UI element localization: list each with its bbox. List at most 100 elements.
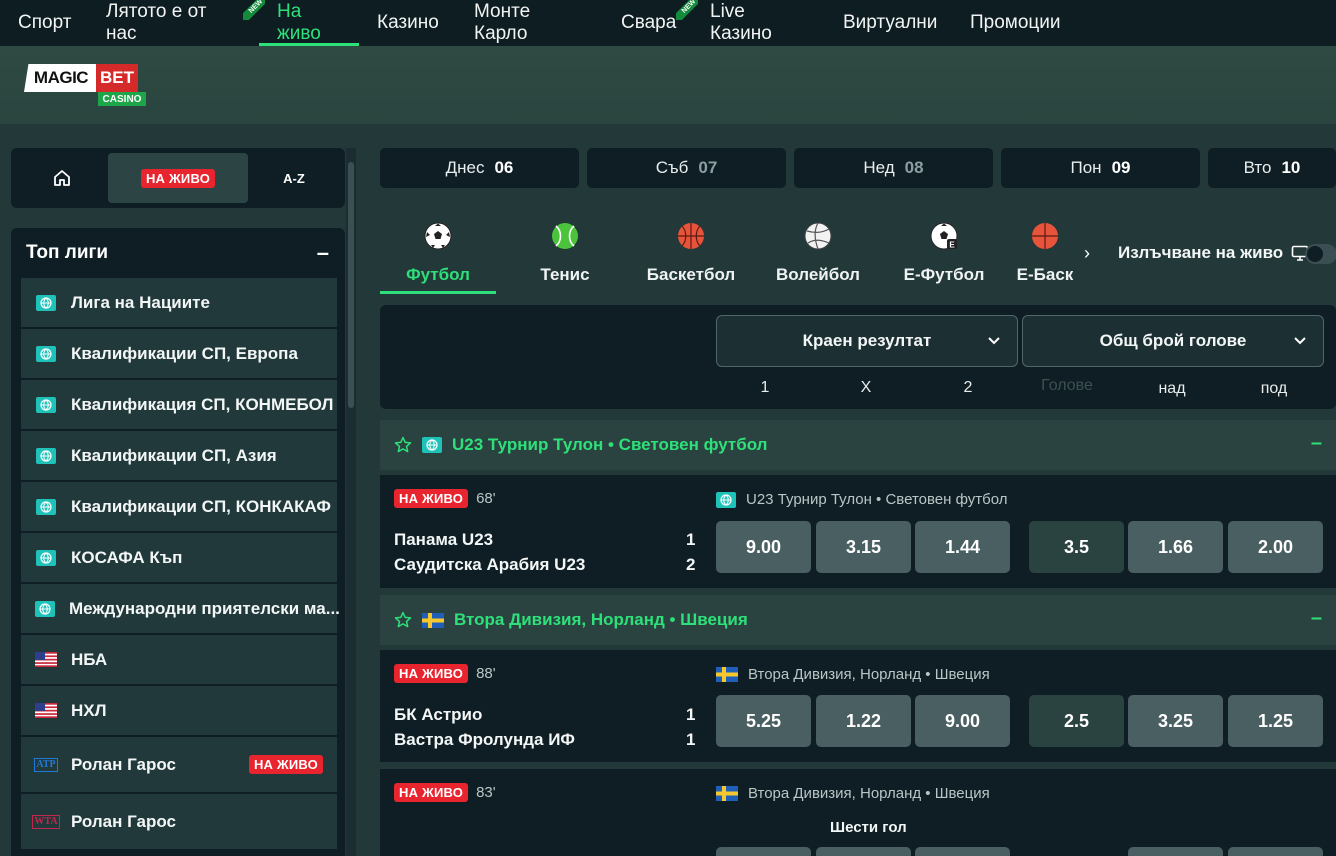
market-header: Краен резултат Общ брой голове 1 X 2 Гол… (380, 305, 1336, 409)
top-leagues-panel: Топ лиги – Лига на Нациите Квалификации С… (11, 228, 345, 856)
sport-tab[interactable]: Волейбол (760, 218, 876, 294)
sidebar-league-item[interactable]: WTA Ролан Гарос (21, 794, 337, 849)
match-minute: 83' (476, 784, 496, 801)
az-button[interactable]: A-Z (248, 153, 340, 203)
collapse-icon[interactable]: – (317, 240, 329, 266)
sidebar-scrollbar[interactable] (346, 148, 356, 856)
column-header-1: 1 (760, 379, 770, 396)
sidebar-league-item[interactable]: Международни приятелски ма... (21, 584, 340, 633)
odd-over-button[interactable]: 1.66 (1128, 521, 1223, 573)
day-label: Вто (1243, 158, 1272, 177)
sidebar-league-item[interactable]: Квалификация СП, КОНМЕБОЛ (21, 380, 337, 429)
day-tab[interactable]: Съб 07 (587, 148, 786, 188)
sidebar-league-item[interactable]: НБА (21, 635, 337, 684)
league-list: Лига на Нациите Квалификации СП, Европа Кв… (11, 278, 345, 849)
league-section-header[interactable]: Втора Дивизия, Норланд • Швеция – (380, 595, 1336, 645)
sidebar-league-item[interactable]: Лига на Нациите (21, 278, 337, 327)
column-header-goals: Голове (1041, 377, 1093, 394)
sidebar-mode-switch: НА ЖИВО A-Z (11, 148, 345, 208)
day-number: 10 (1281, 158, 1301, 177)
globe-icon (35, 294, 57, 311)
day-tab[interactable]: Днес 06 (380, 148, 579, 188)
sidebar-league-item[interactable]: КОСАФА Къп (21, 533, 337, 582)
league-name: Квалификации СП, КОНКАКАФ (71, 496, 331, 516)
odd-1-button[interactable]: 9.00 (716, 521, 811, 573)
sidebar-league-item[interactable]: НХЛ (21, 686, 337, 735)
atp-icon: ATP (34, 757, 58, 772)
collapse-icon[interactable]: – (1311, 432, 1322, 455)
sport-label: Волейбол (776, 265, 860, 284)
nav-item[interactable]: Виртуални (825, 0, 952, 46)
league-name: Квалификация СП, КОНМЕБОЛ (71, 394, 334, 414)
column-header-over: над (1158, 380, 1186, 397)
scrollbar-thumb[interactable] (348, 162, 354, 408)
home-button[interactable] (16, 153, 108, 203)
home-icon (54, 170, 70, 186)
live-stream-filter: Излъчване на живо (1118, 243, 1309, 263)
event-row[interactable]: НА ЖИВО 83' Втора Дивизия, Норланд • Шве… (380, 769, 1336, 856)
event-row[interactable]: НА ЖИВО 88' Втора Дивизия, Норланд • Шве… (380, 650, 1336, 762)
market-select-result[interactable]: Краен резултат (716, 315, 1018, 367)
odd-button[interactable] (915, 847, 1010, 856)
sport-tab[interactable]: E Е-Футбол (886, 218, 1002, 294)
odd-x-button[interactable]: 3.15 (816, 521, 911, 573)
magicbet-logo[interactable]: MAGIC BET CASINO (24, 64, 154, 110)
nav-item[interactable]: Свара NEW (603, 0, 698, 46)
nav-item[interactable]: Live Казино (692, 0, 825, 46)
league-name: Международни приятелски ма... (69, 598, 340, 618)
nav-item[interactable]: На живо (259, 0, 359, 46)
sport-tab[interactable]: Е-Баск (1010, 218, 1080, 294)
day-tab[interactable]: Нед 08 (794, 148, 993, 188)
chevron-right-icon[interactable]: › (1084, 243, 1090, 264)
nav-item[interactable]: Промоции (952, 0, 1072, 46)
market-select-goals[interactable]: Общ брой голове (1022, 315, 1324, 367)
star-icon[interactable] (394, 436, 412, 454)
odd-1-button[interactable]: 5.25 (716, 695, 811, 747)
odd-under-button[interactable]: 1.25 (1228, 695, 1323, 747)
globe-icon (35, 447, 57, 464)
sidebar-league-item[interactable]: Квалификации СП, Европа (21, 329, 337, 378)
league-name: Лига на Нациите (71, 292, 210, 312)
live-mode-button[interactable]: НА ЖИВО (108, 153, 248, 203)
nav-item[interactable]: Спорт (0, 0, 88, 46)
chevron-down-icon (1294, 337, 1306, 345)
collapse-icon[interactable]: – (1311, 607, 1322, 630)
day-number: 07 (698, 158, 718, 177)
sport-tab[interactable]: Футбол (380, 218, 496, 294)
sweden-flag-icon (716, 667, 738, 682)
day-tab[interactable]: Вто 10 (1208, 148, 1336, 188)
sport-tab[interactable]: Баскетбол (633, 218, 749, 294)
nav-item-label: Казино (377, 12, 439, 33)
nav-item[interactable]: Лятото е от нас NEW (88, 0, 265, 46)
sidebar-league-item[interactable]: ATP Ролан Гарос НА ЖИВО (21, 737, 337, 792)
nav-item[interactable]: Казино (359, 0, 456, 46)
odd-over-button[interactable]: 3.25 (1128, 695, 1223, 747)
odd-button[interactable] (716, 847, 811, 856)
odd-under-button[interactable]: 2.00 (1228, 521, 1323, 573)
star-icon[interactable] (394, 611, 412, 629)
nav-item[interactable]: Монте Карло (456, 0, 603, 46)
event-row[interactable]: НА ЖИВО 68' U23 Турнир Тулон • Световен … (380, 475, 1336, 588)
odd-2-button[interactable]: 9.00 (915, 695, 1010, 747)
sidebar-league-item[interactable]: Квалификации СП, КОНКАКАФ (21, 482, 337, 531)
globe-icon (35, 549, 57, 566)
event-league: U23 Турнир Тулон • Световен футбол (746, 491, 1008, 508)
top-leagues-header[interactable]: Топ лиги – (11, 228, 345, 278)
sport-tab[interactable]: Тенис (507, 218, 623, 294)
sidebar-league-item[interactable]: Квалификации СП, Азия (21, 431, 337, 480)
live-badge: НА ЖИВО (248, 755, 323, 774)
live-stream-toggle[interactable] (1305, 244, 1336, 264)
e-soccer-icon: E (930, 218, 958, 255)
nav-item-label: На живо (277, 1, 321, 44)
odd-button[interactable] (1228, 847, 1323, 856)
globe-icon (35, 600, 55, 617)
tennis-ball-icon (551, 218, 579, 255)
home-score: 1 (686, 530, 696, 549)
odd-x-button[interactable]: 1.22 (816, 695, 911, 747)
odd-2-button[interactable]: 1.44 (915, 521, 1010, 573)
goals-line: 2.5 (1029, 695, 1124, 747)
league-section-header[interactable]: U23 Турнир Тулон • Световен футбол – (380, 420, 1336, 470)
odd-button[interactable] (816, 847, 911, 856)
odd-button[interactable] (1128, 847, 1223, 856)
day-tab[interactable]: Пон 09 (1001, 148, 1200, 188)
